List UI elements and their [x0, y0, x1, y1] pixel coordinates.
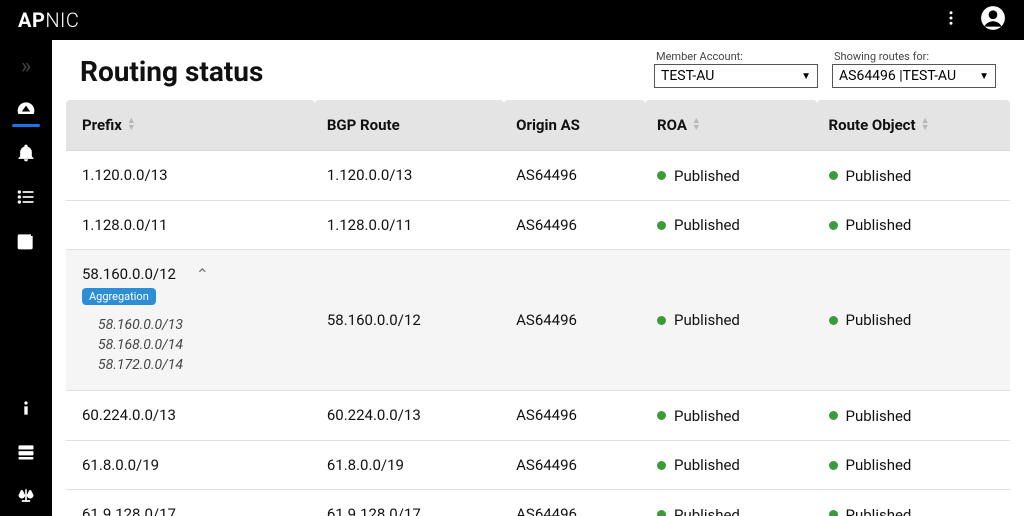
- cell-ro: Published: [817, 151, 1010, 201]
- cell-bgp: 1.128.0.0/11: [315, 200, 504, 250]
- cell-origin: AS64496: [504, 250, 645, 391]
- sidebar-item-servers[interactable]: [0, 432, 52, 472]
- cell-roa: Published: [645, 200, 817, 250]
- status-dot-green: [829, 411, 838, 420]
- member-account-selector: Member Account: TEST-AU ▼: [654, 50, 818, 88]
- status-dot-green: [657, 221, 666, 230]
- status-dot-green: [657, 171, 666, 180]
- sidebar-item-alerts[interactable]: [0, 133, 52, 173]
- table-row[interactable]: 1.120.0.0/13 1.120.0.0/13 AS64496 Publis…: [66, 151, 1010, 201]
- cell-bgp: 58.160.0.0/12: [315, 250, 504, 391]
- col-roa[interactable]: ROA: [645, 100, 817, 151]
- status-dot-green: [657, 461, 666, 470]
- cell-roa: Published: [645, 151, 817, 201]
- cell-prefix: 61.8.0.0/19: [66, 440, 315, 490]
- status-dot-green: [829, 221, 838, 230]
- cell-bgp: 61.9.128.0/17: [315, 490, 504, 516]
- routes-for-value: AS64496 |TEST-AU: [839, 68, 956, 84]
- user-avatar-icon[interactable]: [980, 5, 1006, 35]
- cell-prefix: 1.120.0.0/13: [66, 151, 315, 201]
- gauge-icon: [16, 99, 36, 119]
- cell-roa: Published: [645, 490, 817, 516]
- balance-icon: [16, 486, 36, 506]
- chevron-down-icon: ▼: [801, 71, 811, 82]
- cell-bgp: 61.8.0.0/19: [315, 440, 504, 490]
- table-row[interactable]: 61.8.0.0/19 61.8.0.0/19 AS64496 Publishe…: [66, 440, 1010, 490]
- top-bar: APNIC: [0, 0, 1024, 40]
- cell-ro: Published: [817, 391, 1010, 441]
- cell-origin: AS64496: [504, 391, 645, 441]
- child-prefix: 58.168.0.0/14: [82, 335, 303, 355]
- sidebar-item-balance[interactable]: [0, 476, 52, 516]
- member-account-label: Member Account:: [656, 50, 818, 63]
- more-vert-icon[interactable]: [942, 9, 960, 31]
- cell-origin: AS64496: [504, 490, 645, 516]
- cell-ro: Published: [817, 200, 1010, 250]
- col-bgp[interactable]: BGP Route: [315, 100, 504, 151]
- servers-icon: [16, 442, 36, 462]
- sidebar-item-dashboard[interactable]: [0, 89, 52, 129]
- status-dot-green: [657, 510, 666, 516]
- cell-prefix: 60.224.0.0/13: [66, 391, 315, 441]
- aggregation-badge: Aggregation: [82, 288, 156, 305]
- status-dot-green: [657, 411, 666, 420]
- sidebar-toggle[interactable]: »: [21, 54, 31, 79]
- table-row[interactable]: 1.128.0.0/11 1.128.0.0/11 AS64496 Publis…: [66, 200, 1010, 250]
- table-row-expanded[interactable]: 58.160.0.0/12 ⌃ Aggregation 58.160.0.0/1…: [66, 250, 1010, 391]
- routes-for-dropdown[interactable]: AS64496 |TEST-AU ▼: [832, 64, 996, 88]
- cell-origin: AS64496: [504, 151, 645, 201]
- sidebar-item-news[interactable]: [0, 221, 52, 261]
- routing-table: Prefix BGP Route Origin AS ROA Route Obj…: [66, 100, 1010, 516]
- member-account-value: TEST-AU: [661, 68, 714, 84]
- cell-origin: AS64496: [504, 440, 645, 490]
- sidebar: »: [0, 40, 52, 516]
- status-dot-green: [829, 171, 838, 180]
- table-row[interactable]: 61.9.128.0/17 61.9.128.0/17 AS64496 Publ…: [66, 490, 1010, 516]
- child-prefix: 58.160.0.0/13: [82, 315, 303, 335]
- cell-bgp: 1.120.0.0/13: [315, 151, 504, 201]
- col-ro[interactable]: Route Object: [817, 100, 1010, 151]
- cell-prefix: 58.160.0.0/12 ⌃ Aggregation 58.160.0.0/1…: [66, 250, 315, 391]
- cell-roa: Published: [645, 440, 817, 490]
- status-dot-green: [829, 461, 838, 470]
- table-row[interactable]: 60.224.0.0/13 60.224.0.0/13 AS64496 Publ…: [66, 391, 1010, 441]
- cell-roa: Published: [645, 391, 817, 441]
- newspaper-icon: [16, 231, 36, 251]
- chevron-down-icon: ▼: [979, 71, 989, 82]
- info-icon: [16, 398, 36, 418]
- col-origin[interactable]: Origin AS: [504, 100, 645, 151]
- list-icon: [16, 187, 36, 207]
- bell-icon: [16, 143, 36, 163]
- cell-prefix: 1.128.0.0/11: [66, 200, 315, 250]
- member-account-dropdown[interactable]: TEST-AU ▼: [654, 64, 818, 88]
- chevron-up-icon[interactable]: ⌃: [196, 265, 209, 284]
- status-dot-green: [829, 316, 838, 325]
- cell-ro: Published: [817, 490, 1010, 516]
- brand-light: NIC: [45, 8, 79, 32]
- status-dot-green: [657, 316, 666, 325]
- cell-prefix: 61.9.128.0/17: [66, 490, 315, 516]
- sidebar-item-list[interactable]: [0, 177, 52, 217]
- cell-origin: AS64496: [504, 200, 645, 250]
- child-prefix: 58.172.0.0/14: [82, 355, 303, 375]
- brand-bold: AP: [18, 8, 45, 32]
- brand-logo: APNIC: [18, 8, 79, 32]
- cell-bgp: 60.224.0.0/13: [315, 391, 504, 441]
- routes-for-selector: Showing routes for: AS64496 |TEST-AU ▼: [832, 50, 996, 88]
- cell-ro: Published: [817, 440, 1010, 490]
- prefix-value: 58.160.0.0/12: [82, 265, 176, 283]
- page-title: Routing status: [80, 55, 263, 88]
- col-prefix[interactable]: Prefix: [66, 100, 315, 151]
- cell-roa: Published: [645, 250, 817, 391]
- sidebar-item-info[interactable]: [0, 388, 52, 428]
- cell-ro: Published: [817, 250, 1010, 391]
- status-dot-green: [829, 510, 838, 516]
- routes-for-label: Showing routes for:: [834, 50, 996, 63]
